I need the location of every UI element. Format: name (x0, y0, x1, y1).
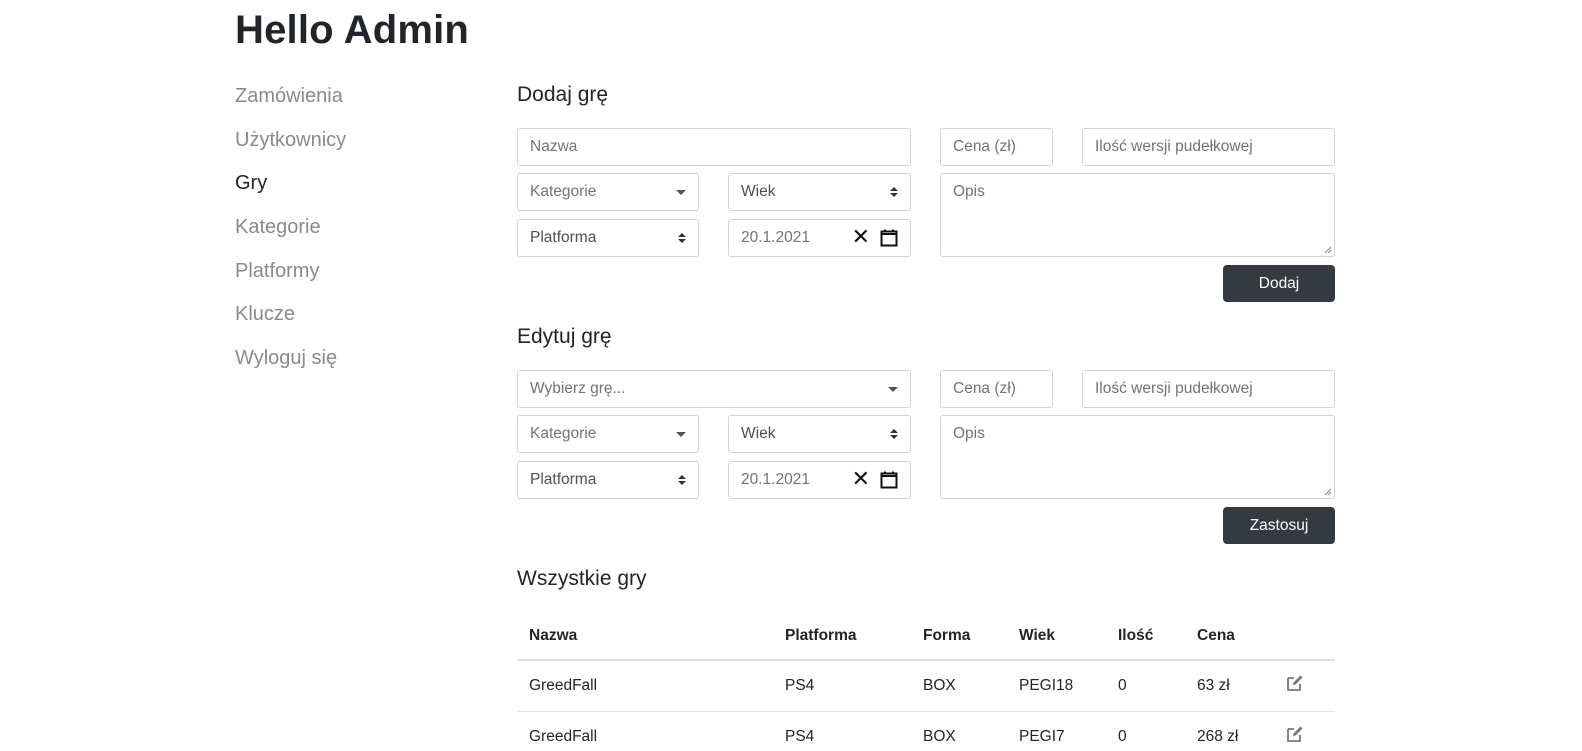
sidebar-item-platformy[interactable]: Platformy (235, 255, 455, 299)
table-row: GreedFall PS4 BOX PEGI18 0 63 zł (517, 660, 1335, 712)
add-platform-value: Platforma (530, 229, 597, 246)
calendar-icon[interactable] (880, 229, 898, 247)
column-header-form: Forma (911, 612, 1007, 661)
edit-description-placeholder: Opis (953, 425, 985, 442)
add-description-textarea[interactable]: Opis (940, 173, 1335, 257)
edit-box-qty-placeholder: Ilość wersji pudełkowej (1095, 380, 1253, 397)
column-header-price: Cena (1185, 612, 1273, 661)
cell-platform: PS4 (773, 660, 911, 712)
column-header-name: Nazwa (517, 612, 773, 661)
table-row: GreedFall PS4 BOX PEGI7 0 268 zł (517, 711, 1335, 751)
edit-description-textarea[interactable]: Opis (940, 415, 1335, 499)
column-header-actions (1273, 612, 1335, 661)
add-platform-select[interactable]: Platforma (517, 219, 699, 257)
select-arrows-icon (678, 233, 686, 243)
games-table: Nazwa Platforma Forma Wiek Ilość Cena Gr… (517, 612, 1335, 751)
sidebar-item-gry[interactable]: Gry (235, 167, 455, 211)
cell-qty: 0 (1106, 660, 1185, 712)
column-header-age: Wiek (1007, 612, 1106, 661)
resize-grip-icon[interactable] (1324, 488, 1332, 496)
add-date-value: 20.1.2021 (741, 229, 810, 246)
add-name-input[interactable]: Nazwa (517, 128, 911, 166)
cell-form: BOX (911, 660, 1007, 712)
add-box-qty-placeholder: Ilość wersji pudełkowej (1095, 138, 1253, 155)
edit-platform-value: Platforma (530, 471, 597, 488)
edit-price-placeholder: Cena (zł) (953, 380, 1016, 397)
edit-date-value: 20.1.2021 (741, 471, 810, 488)
calendar-icon[interactable] (880, 471, 898, 489)
cell-form: BOX (911, 711, 1007, 751)
edit-game-select[interactable]: Wybierz grę... (517, 370, 911, 408)
edit-category-select[interactable]: Kategorie (517, 415, 699, 453)
cell-price: 268 zł (1185, 711, 1273, 751)
select-arrows-icon (890, 429, 898, 439)
chevron-down-icon (676, 431, 686, 437)
sidebar-nav: Zamówienia Użytkownicy Gry Kategorie Pla… (235, 80, 455, 386)
sidebar-item-kategorie[interactable]: Kategorie (235, 211, 455, 255)
clear-icon[interactable]: ✕ (852, 227, 870, 249)
cell-age: PEGI7 (1007, 711, 1106, 751)
sidebar-item-klucze[interactable]: Klucze (235, 298, 455, 342)
chevron-down-icon (676, 189, 686, 195)
sidebar-item-zamowienia[interactable]: Zamówienia (235, 80, 455, 124)
add-game-button[interactable]: Dodaj (1223, 265, 1335, 302)
table-header-row: Nazwa Platforma Forma Wiek Ilość Cena (517, 612, 1335, 661)
add-game-title: Dodaj grę (517, 83, 609, 106)
select-arrows-icon (890, 187, 898, 197)
cell-name: GreedFall (517, 711, 773, 751)
cell-actions (1273, 711, 1335, 751)
add-age-select[interactable]: Wiek (728, 173, 911, 211)
edit-age-select[interactable]: Wiek (728, 415, 911, 453)
add-category-placeholder: Kategorie (530, 183, 597, 200)
add-name-placeholder: Nazwa (530, 138, 578, 155)
all-games-title: Wszystkie gry (517, 567, 647, 590)
cell-platform: PS4 (773, 711, 911, 751)
add-price-input[interactable]: Cena (zł) (940, 128, 1053, 166)
edit-date-input[interactable]: 20.1.2021 ✕ (728, 461, 911, 499)
edit-price-input[interactable]: Cena (zł) (940, 370, 1053, 408)
edit-game-title: Edytuj grę (517, 325, 612, 348)
add-category-select[interactable]: Kategorie (517, 173, 699, 211)
edit-platform-select[interactable]: Platforma (517, 461, 699, 499)
clear-icon[interactable]: ✕ (852, 469, 870, 491)
edit-box-qty-input[interactable]: Ilość wersji pudełkowej (1082, 370, 1335, 408)
add-price-placeholder: Cena (zł) (953, 138, 1016, 155)
add-age-value: Wiek (741, 183, 776, 200)
cell-name: GreedFall (517, 660, 773, 712)
edit-icon[interactable] (1285, 724, 1305, 744)
chevron-down-icon (888, 386, 898, 392)
add-date-input[interactable]: 20.1.2021 ✕ (728, 219, 911, 257)
apply-edit-button[interactable]: Zastosuj (1223, 507, 1335, 544)
column-header-platform: Platforma (773, 612, 911, 661)
edit-age-value: Wiek (741, 425, 776, 442)
edit-category-placeholder: Kategorie (530, 425, 597, 442)
sidebar-item-wyloguj[interactable]: Wyloguj się (235, 342, 455, 386)
sidebar-item-uzytkownicy[interactable]: Użytkownicy (235, 124, 455, 168)
cell-price: 63 zł (1185, 660, 1273, 712)
edit-icon[interactable] (1285, 673, 1305, 693)
select-arrows-icon (678, 475, 686, 485)
page-title: Hello Admin (235, 8, 470, 52)
resize-grip-icon[interactable] (1324, 246, 1332, 254)
edit-game-select-placeholder: Wybierz grę... (530, 380, 626, 397)
column-header-qty: Ilość (1106, 612, 1185, 661)
cell-age: PEGI18 (1007, 660, 1106, 712)
cell-qty: 0 (1106, 711, 1185, 751)
add-description-placeholder: Opis (953, 183, 985, 200)
cell-actions (1273, 660, 1335, 712)
add-box-qty-input[interactable]: Ilość wersji pudełkowej (1082, 128, 1335, 166)
